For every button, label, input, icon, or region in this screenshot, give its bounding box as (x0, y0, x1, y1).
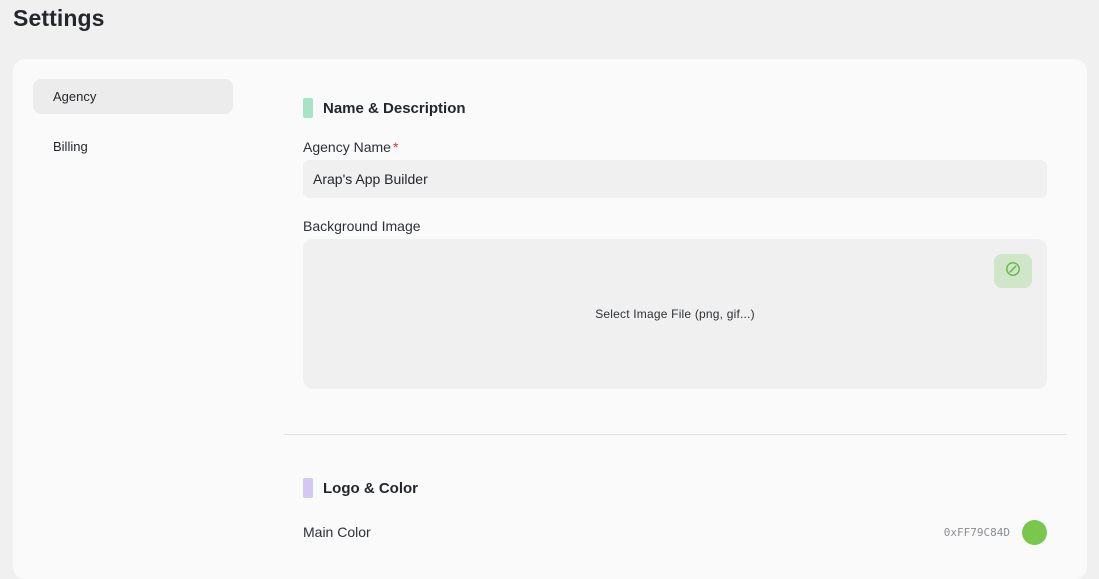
agency-name-label-text: Agency Name (303, 139, 391, 155)
background-image-label: Background Image (303, 218, 421, 234)
section-header-logo-color: Logo & Color (303, 478, 418, 498)
sidebar-item-label: Agency (53, 89, 97, 104)
block-icon (1005, 261, 1021, 282)
settings-sidebar: Agency Billing (33, 79, 233, 179)
agency-name-label: Agency Name * (303, 139, 398, 155)
main-color-hex: 0xFF79C84D (943, 525, 1010, 539)
section-title: Logo & Color (323, 479, 418, 497)
sidebar-item-billing[interactable]: Billing (33, 129, 233, 164)
sidebar-item-agency[interactable]: Agency (33, 79, 233, 114)
section-accent-bar (303, 98, 313, 118)
main-color-row: Main Color 0xFF79C84D (303, 517, 1047, 547)
settings-card: Agency Billing Name & Description Agency… (13, 59, 1087, 579)
page-title: Settings (13, 5, 105, 31)
section-accent-bar (303, 478, 313, 498)
dropzone-text: Select Image File (png, gif...) (595, 307, 755, 321)
main-color-label: Main Color (303, 524, 371, 540)
main-color-control: 0xFF79C84D (943, 519, 1047, 545)
clear-image-button[interactable] (994, 254, 1032, 288)
required-mark: * (392, 139, 399, 155)
sidebar-item-label: Billing (53, 139, 88, 154)
agency-name-input[interactable] (303, 160, 1047, 198)
main-color-swatch[interactable] (1022, 519, 1047, 545)
section-title: Name & Description (323, 99, 466, 117)
section-divider (284, 434, 1067, 435)
section-header-name-description: Name & Description (303, 98, 466, 118)
background-image-dropzone[interactable]: Select Image File (png, gif...) (303, 239, 1047, 389)
